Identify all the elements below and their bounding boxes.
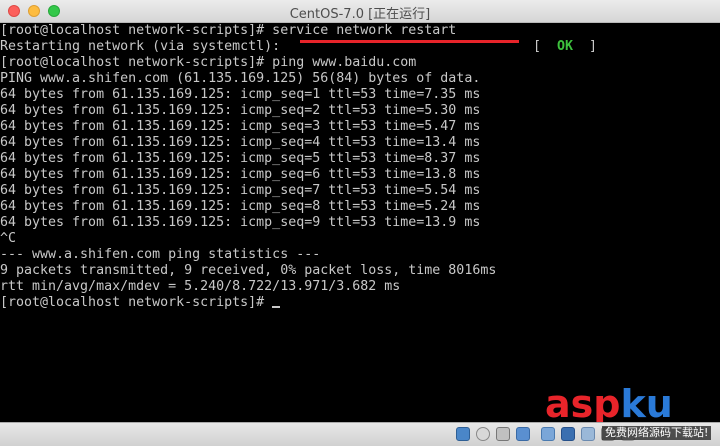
terminal-line: 64 bytes from 61.135.169.125: icmp_seq=4…: [0, 135, 481, 150]
terminal-line: Restarting network (via systemctl):: [0, 39, 281, 54]
terminal-line: --- www.a.shifen.com ping statistics ---: [0, 247, 321, 262]
terminal-line: 64 bytes from 61.135.169.125: icmp_seq=7…: [0, 183, 481, 198]
terminal-line: ^C: [0, 231, 17, 246]
terminal-line: 64 bytes from 61.135.169.125: icmp_seq=1…: [0, 87, 481, 102]
terminal-line: 64 bytes from 61.135.169.125: icmp_seq=6…: [0, 167, 481, 182]
terminal-line: 64 bytes from 61.135.169.125: icmp_seq=3…: [0, 119, 481, 134]
terminal-line: 9 packets transmitted, 9 received, 0% pa…: [0, 263, 497, 278]
display-icon[interactable]: [561, 427, 575, 441]
terminal-console[interactable]: [root@localhost network-scripts]# servic…: [0, 23, 720, 422]
virtualbox-window: CentOS-7.0 [正在运行] [root@localhost networ…: [0, 0, 720, 446]
hard-disk-icon[interactable]: [456, 427, 470, 441]
terminal-line: 64 bytes from 61.135.169.125: icmp_seq=5…: [0, 151, 481, 166]
ok-label: OK: [557, 39, 574, 54]
prompt-line[interactable]: [root@localhost network-scripts]#: [0, 295, 281, 311]
ok-bracket-right: ]: [573, 39, 598, 54]
ok-bracket-left: [: [533, 39, 558, 54]
terminal-line: rtt min/avg/max/mdev = 5.240/8.722/13.97…: [0, 279, 401, 294]
watermark-subtitle: 免费网络源码下载站!: [602, 426, 712, 440]
highlight-underline: [300, 40, 519, 43]
prompt-text: [root@localhost network-scripts]#: [0, 295, 273, 310]
watermark-brand-b: ku: [620, 382, 673, 426]
terminal-line: 64 bytes from 61.135.169.125: icmp_seq=2…: [0, 103, 481, 118]
text-cursor: [272, 306, 281, 308]
terminal-line: 64 bytes from 61.135.169.125: icmp_seq=8…: [0, 199, 481, 214]
optical-drive-icon[interactable]: [476, 427, 490, 441]
shared-folder-icon[interactable]: [541, 427, 555, 441]
title-bar: CentOS-7.0 [正在运行]: [0, 0, 720, 23]
window-title: CentOS-7.0 [正在运行]: [289, 7, 431, 22]
watermark-brand-a: asp: [545, 382, 621, 426]
aspku-watermark-logo: aspku.com: [545, 382, 720, 439]
ok-status: [ OK ]: [533, 39, 597, 55]
terminal-line: PING www.a.shifen.com (61.135.169.125) 5…: [0, 71, 481, 86]
terminal-line: [root@localhost network-scripts]# ping w…: [0, 55, 417, 70]
terminal-line: [root@localhost network-scripts]# servic…: [0, 23, 457, 38]
recording-icon[interactable]: [581, 427, 595, 441]
terminal-line: 64 bytes from 61.135.169.125: icmp_seq=9…: [0, 215, 481, 230]
usb-icon[interactable]: [516, 427, 530, 441]
audio-icon[interactable]: [496, 427, 510, 441]
